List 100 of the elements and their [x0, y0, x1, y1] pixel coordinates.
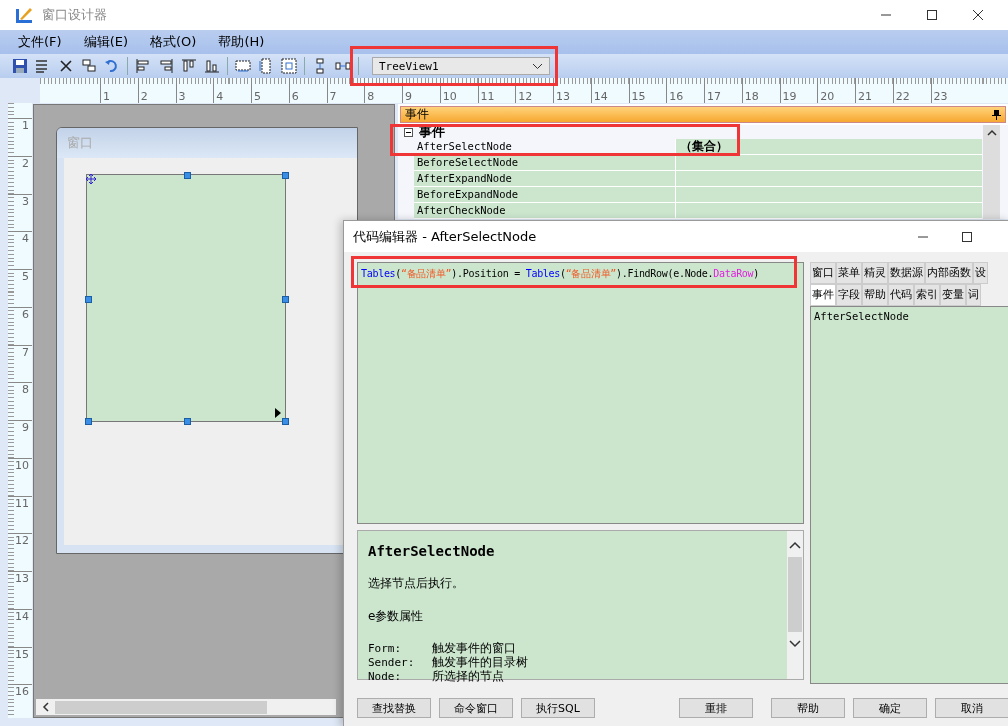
save-icon[interactable] [12, 58, 28, 74]
vertical-scrollbar[interactable] [983, 125, 1000, 219]
align-right-icon[interactable] [158, 58, 174, 74]
tab[interactable]: 窗口 [810, 262, 836, 284]
horizontal-scrollbar[interactable] [36, 699, 336, 715]
menu-item[interactable]: 帮助(H) [218, 33, 265, 51]
cut-icon[interactable] [58, 58, 74, 74]
copy-icon[interactable] [81, 58, 97, 74]
close-icon[interactable] [972, 9, 984, 21]
ruler-number: 9 [402, 78, 440, 103]
property-name[interactable]: BeforeExpandNode [414, 187, 676, 202]
chevron-down-icon[interactable] [789, 640, 801, 648]
tab[interactable]: 设 [973, 262, 988, 284]
align-top-icon[interactable] [181, 58, 197, 74]
tab[interactable]: 词 [966, 284, 981, 306]
chevron-up-icon[interactable] [789, 541, 801, 549]
tab[interactable]: 精灵 [862, 262, 888, 284]
ruler-number: 13 [553, 78, 591, 103]
same-size-icon[interactable] [281, 58, 297, 74]
property-name[interactable]: AfterExpandNode [414, 171, 676, 186]
help-text: 选择节点后执行。 [368, 575, 465, 592]
scrollbar-thumb[interactable] [55, 700, 267, 714]
resize-handle[interactable] [85, 296, 92, 303]
ruler-number: 7 [8, 344, 32, 383]
object-dropdown[interactable]: TreeView1 [372, 57, 550, 75]
action-button[interactable]: 取消 [935, 698, 1008, 718]
resize-handle[interactable] [184, 172, 191, 179]
ruler-number: 11 [8, 495, 32, 534]
resize-handle[interactable] [282, 296, 289, 303]
menu-item[interactable]: 文件(F) [18, 33, 62, 51]
action-button[interactable]: 重排 [679, 698, 753, 718]
same-width-icon[interactable] [235, 58, 251, 74]
scrollbar-thumb[interactable] [788, 557, 802, 632]
align-left-icon[interactable] [135, 58, 151, 74]
menu-item[interactable]: 编辑(E) [83, 33, 128, 51]
ruler-number: 20 [817, 78, 855, 103]
undo-icon[interactable] [104, 58, 120, 74]
align-bottom-icon[interactable] [204, 58, 220, 74]
tab[interactable]: 变量 [940, 284, 966, 306]
tab[interactable]: 事件 [810, 284, 836, 306]
tab[interactable]: 字段 [836, 284, 862, 306]
maximize-icon[interactable] [961, 230, 973, 243]
tab[interactable]: 帮助 [862, 284, 888, 306]
resize-handle[interactable] [184, 418, 191, 425]
ruler-number: 14 [8, 608, 32, 647]
action-button[interactable]: 帮助 [771, 698, 845, 718]
ruler-number: 1 [8, 118, 32, 156]
window-title: 代码编辑器 - AfterSelectNode [353, 227, 537, 246]
ruler-number: 2 [8, 155, 32, 194]
ruler-number: 11 [477, 78, 516, 103]
code-editor[interactable]: Tables(“备品清单”).Position = Tables(“备品清单”).FindRow(e.Node.DataRow) [357, 262, 804, 524]
ruler-number: 19 [779, 78, 818, 103]
tab[interactable]: 数据源 [888, 262, 925, 284]
property-value[interactable]: （集合） [676, 139, 982, 154]
ruler-number: 6 [288, 78, 327, 103]
resize-handle[interactable] [282, 172, 289, 179]
ruler-number: 6 [8, 306, 32, 345]
chevron-up-icon[interactable] [986, 129, 997, 136]
ruler-number: 3 [8, 193, 32, 232]
pin-icon[interactable] [992, 109, 1001, 120]
ruler-number: 12 [515, 78, 553, 103]
param-name: Form: [368, 641, 403, 655]
same-height-icon[interactable] [258, 58, 274, 74]
ruler-number: 3 [175, 78, 214, 103]
ruler-number: 4 [8, 231, 32, 269]
action-button[interactable]: 确定 [853, 698, 927, 718]
ruler-number: 13 [8, 571, 32, 609]
action-button[interactable]: 命令窗口 [439, 698, 513, 718]
resize-handle[interactable] [282, 418, 289, 425]
param-description: 触发事件的目录树 [432, 654, 528, 670]
tab[interactable]: 索引 [914, 284, 940, 306]
code-line: Tables(“备品清单”).Position = Tables(“备品清单”).FindRow(e.Node.DataRow) [361, 267, 761, 281]
chevron-left-icon[interactable] [42, 702, 49, 712]
form-title: 窗口 [67, 134, 93, 152]
ruler-number: 4 [213, 78, 251, 103]
ruler-number: 2 [137, 78, 176, 103]
resize-handle[interactable] [85, 418, 92, 425]
tab[interactable]: 菜单 [836, 262, 862, 284]
window-title: 窗口设计器 [42, 6, 107, 24]
property-name[interactable]: AfterCheckNode [414, 203, 676, 218]
list-item[interactable]: AfterSelectNode [814, 310, 1005, 322]
action-button[interactable]: 查找替换 [357, 698, 431, 718]
ruler-number: 8 [364, 78, 402, 103]
cursor-icon [275, 408, 281, 418]
ruler-number: 10 [8, 457, 32, 496]
ruler-number: 10 [439, 78, 478, 103]
ruler-number: 15 [8, 646, 32, 685]
param-name: Node: [368, 669, 403, 683]
collapse-icon[interactable] [404, 127, 413, 137]
help-heading: AfterSelectNode [368, 543, 496, 559]
ruler-number: 5 [251, 78, 289, 103]
menu-item[interactable]: 格式(O) [150, 33, 197, 51]
vertical-scrollbar[interactable] [787, 531, 803, 679]
ruler-number: 16 [8, 684, 32, 722]
tab[interactable]: 代码 [888, 284, 914, 306]
move-icon[interactable] [86, 174, 96, 184]
action-button[interactable]: 执行SQL [521, 698, 595, 718]
tab[interactable]: 内部函数 [925, 262, 973, 284]
help-text: e参数属性 [368, 608, 425, 625]
maximize-icon[interactable] [926, 9, 938, 21]
